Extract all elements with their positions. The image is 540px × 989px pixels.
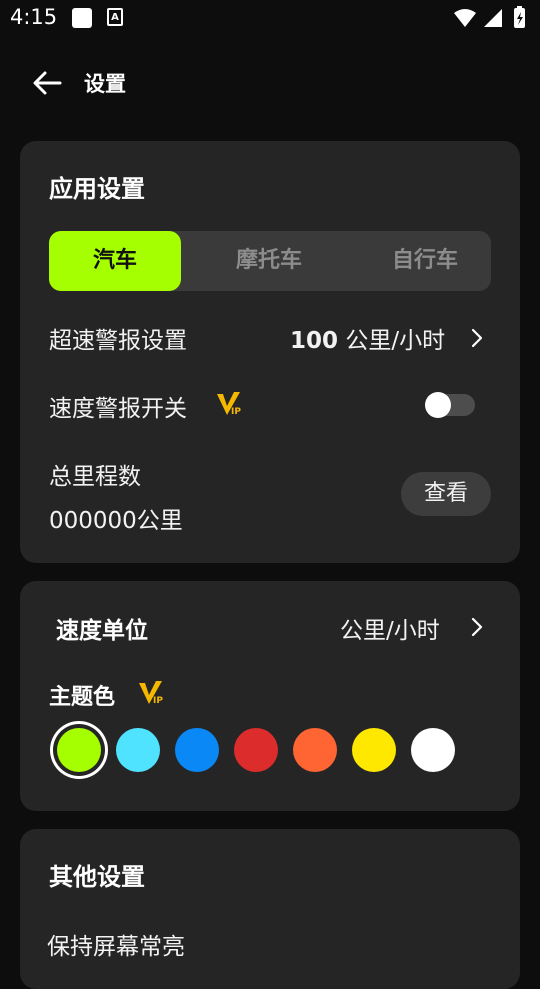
vip-badge-icon: IP	[139, 681, 163, 706]
wifi-icon	[454, 9, 476, 27]
toggle-knob	[425, 392, 451, 418]
svg-text:IP: IP	[231, 407, 241, 417]
chevron-right-icon	[471, 617, 483, 637]
theme-color-label: 主题色	[49, 685, 116, 710]
tab-motorcycle[interactable]: 摩托车	[204, 231, 334, 291]
notification-app-icon: A	[107, 8, 123, 26]
theme-color-swatch[interactable]	[116, 728, 160, 772]
back-arrow-icon[interactable]	[30, 66, 64, 100]
battery-icon	[514, 6, 525, 28]
other-settings-card: 其他设置 保持屏幕常亮	[20, 829, 520, 989]
total-mileage-value: 000000公里	[49, 508, 183, 534]
theme-color-swatch[interactable]	[175, 728, 219, 772]
overspeed-unit: 公里/小时	[345, 328, 446, 354]
status-icons	[454, 6, 525, 28]
vehicle-type-selector: 汽车 摩托车 自行车	[49, 231, 491, 291]
app-settings-title: 应用设置	[49, 175, 145, 203]
svg-text:IP: IP	[153, 696, 163, 706]
tab-car[interactable]: 汽车	[49, 231, 181, 291]
speed-alarm-label: 速度警报开关	[49, 396, 187, 422]
other-settings-title: 其他设置	[49, 863, 145, 891]
theme-color-swatch[interactable]	[293, 728, 337, 772]
theme-color-swatch[interactable]	[234, 728, 278, 772]
speed-alarm-toggle[interactable]	[425, 392, 475, 418]
page-title: 设置	[84, 72, 126, 96]
theme-color-swatch[interactable]	[411, 728, 455, 772]
signal-icon	[484, 9, 502, 27]
keep-screen-on-label[interactable]: 保持屏幕常亮	[47, 927, 185, 961]
speed-unit-label: 速度单位	[56, 618, 148, 644]
speed-unit-value: 公里/小时	[340, 618, 440, 644]
vip-badge-icon: IP	[217, 392, 241, 417]
overspeed-number: 100	[290, 328, 339, 354]
theme-color-swatch[interactable]	[57, 728, 101, 772]
view-mileage-button[interactable]: 查看	[401, 472, 491, 516]
notification-square-icon	[72, 8, 92, 28]
chevron-right-icon	[471, 328, 483, 348]
tab-bicycle[interactable]: 自行车	[359, 231, 491, 291]
overspeed-value: 100 公里/小时	[290, 321, 445, 355]
overspeed-label: 超速警报设置	[49, 328, 187, 354]
status-time: 4:15	[10, 5, 58, 29]
total-mileage-label: 总里程数	[49, 464, 141, 490]
status-bar: 4:15 A	[0, 0, 540, 36]
theme-color-swatch[interactable]	[352, 728, 396, 772]
app-settings-card: 应用设置 汽车 摩托车 自行车 超速警报设置 100 公里/小时 速度警报开关 …	[20, 141, 520, 563]
unit-theme-card: 速度单位 公里/小时 主题色 IP	[20, 581, 520, 811]
app-header: 设置	[0, 52, 540, 112]
